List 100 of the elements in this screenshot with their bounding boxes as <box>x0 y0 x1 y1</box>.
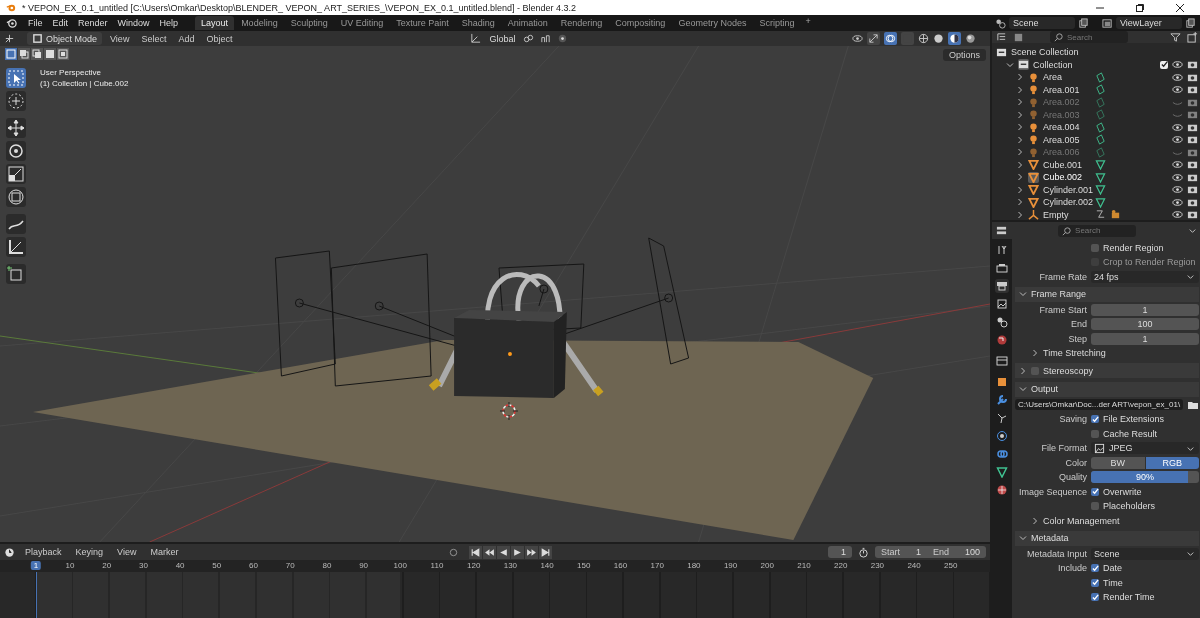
mesh-data-icon[interactable] <box>1095 171 1106 183</box>
editor-type-icon[interactable] <box>4 33 15 44</box>
toggle-option[interactable]: RGB <box>1145 456 1200 469</box>
wrench-icon[interactable] <box>995 393 1009 407</box>
mesh-data-icon[interactable] <box>1095 196 1106 208</box>
outliner-item[interactable]: Scene Collection <box>1011 47 1079 58</box>
collection-box-icon[interactable] <box>995 354 1009 368</box>
axes-icon[interactable] <box>470 33 482 44</box>
square-icon[interactable] <box>995 375 1009 389</box>
timeline-menu-item[interactable]: Playback <box>21 547 66 557</box>
start-frame-field[interactable]: 1 <box>905 546 927 558</box>
subpanel-header[interactable]: Color Management <box>1015 515 1120 526</box>
timeline-menu-item[interactable]: Marker <box>146 547 183 557</box>
play-reverse-icon[interactable] <box>497 545 511 559</box>
camera-icon[interactable] <box>1187 184 1199 196</box>
viewport-menu-item[interactable]: Select <box>137 33 171 44</box>
eye-icon[interactable] <box>1172 196 1184 208</box>
dropdown[interactable]: Scene <box>1091 547 1200 560</box>
record-icon[interactable] <box>448 546 460 558</box>
panel-header[interactable]: Metadata <box>1015 533 1069 543</box>
outliner-item[interactable]: Area.005 <box>1043 134 1091 145</box>
eye-icon[interactable] <box>1172 121 1184 133</box>
workspace-tab[interactable]: Scripting <box>753 16 801 30</box>
camera-rig-icon[interactable] <box>1110 209 1121 221</box>
workspace-tab[interactable]: Compositing <box>609 16 672 30</box>
view-layer-field[interactable]: ViewLayer <box>1116 17 1182 29</box>
outliner-item[interactable]: Collection <box>1033 59 1073 70</box>
camera-icon[interactable] <box>1187 159 1199 171</box>
eye-icon[interactable] <box>1172 159 1184 171</box>
tool-icon[interactable] <box>995 243 1009 257</box>
move-arrows-icon[interactable] <box>6 118 26 138</box>
globe-icon[interactable] <box>995 333 1009 347</box>
camera-icon[interactable] <box>1187 209 1199 221</box>
select-mode-icon[interactable] <box>57 48 69 60</box>
jump-end-icon[interactable] <box>539 545 553 559</box>
stopwatch-icon[interactable] <box>857 546 869 558</box>
workspace-tab[interactable]: Texture Paint <box>390 16 455 30</box>
workspace-tab[interactable]: Sculpting <box>284 16 334 30</box>
options-dropdown[interactable]: Options <box>942 49 986 61</box>
checkbox[interactable] <box>1091 502 1099 510</box>
overlay-circles-icon[interactable] <box>884 32 897 45</box>
camera-icon[interactable] <box>1187 134 1199 146</box>
light-data-icon[interactable] <box>1095 146 1106 158</box>
workspace-tab[interactable]: Shading <box>455 16 501 30</box>
printer-icon[interactable] <box>995 261 1009 275</box>
select-mode-icon[interactable] <box>31 48 43 60</box>
new-collection-icon[interactable] <box>1187 31 1199 43</box>
outliner-item[interactable]: Cylinder.002 <box>1043 197 1091 208</box>
add-workspace-button[interactable]: + <box>801 16 815 30</box>
ruler-icon[interactable] <box>6 237 26 257</box>
search-field[interactable]: Search <box>1058 224 1137 237</box>
dropdown[interactable]: 24 fps <box>1091 270 1200 283</box>
wireframe-sphere-icon[interactable] <box>918 33 929 44</box>
workspace-tab[interactable]: Layout <box>195 16 235 30</box>
next-keyframe-icon[interactable] <box>525 545 539 559</box>
eye-icon[interactable] <box>1172 209 1184 221</box>
link-icon[interactable] <box>523 33 535 44</box>
mode-dropdown[interactable]: Object Mode <box>27 32 103 45</box>
outliner-item[interactable]: Cube.001 <box>1043 159 1091 170</box>
search-field[interactable]: Search <box>1050 31 1128 43</box>
play-icon[interactable] <box>511 545 525 559</box>
viewport-menu-item[interactable]: Object <box>202 33 237 44</box>
physics-orbit-icon[interactable] <box>995 429 1009 443</box>
copy-icon[interactable] <box>1185 17 1196 29</box>
outliner-item[interactable]: Area <box>1043 72 1091 83</box>
toggle-option[interactable]: BW <box>1091 456 1145 469</box>
outliner-item[interactable]: Cube.002 <box>1043 172 1091 183</box>
viewport-menu-item[interactable]: View <box>106 33 134 44</box>
caret-icon[interactable] <box>1006 60 1014 69</box>
constraint-icon[interactable] <box>995 447 1009 461</box>
constraint-icon[interactable] <box>1095 209 1106 221</box>
clock-editor-icon[interactable] <box>4 546 15 558</box>
workspace-tab[interactable]: Geometry Nodes <box>672 16 753 30</box>
path-field[interactable]: C:\Users\Omkar\Doc...der ART\vepon_ex_01\ <box>1015 399 1184 410</box>
rendered-sphere-icon[interactable] <box>965 33 976 44</box>
workspace-tab[interactable]: Modeling <box>235 16 284 30</box>
checkbox[interactable] <box>1091 243 1099 252</box>
camera-icon[interactable] <box>1187 84 1199 96</box>
copy-icon[interactable] <box>1078 17 1089 29</box>
workspace-tab[interactable]: UV Editing <box>334 16 390 30</box>
camera-icon[interactable] <box>1187 59 1199 71</box>
mesh-data-icon[interactable] <box>995 465 1009 479</box>
filter-icon[interactable] <box>1170 31 1182 43</box>
image-icon[interactable] <box>995 297 1009 311</box>
select-mode-icon[interactable] <box>18 48 30 60</box>
light-data-icon[interactable] <box>1095 96 1106 108</box>
light-data-icon[interactable] <box>1095 84 1106 96</box>
number-field[interactable]: 100 <box>1091 318 1200 330</box>
menu-item[interactable]: Window <box>112 18 155 28</box>
proportional-dot-icon[interactable] <box>557 33 569 44</box>
select-mode-icon[interactable] <box>44 48 56 60</box>
eye-icon[interactable] <box>1172 171 1184 183</box>
checkbox[interactable] <box>1091 429 1099 438</box>
pen-icon[interactable] <box>6 214 26 234</box>
mesh-data-icon[interactable] <box>1095 159 1106 171</box>
3d-cursor-icon[interactable] <box>499 401 519 421</box>
material-sphere-icon[interactable] <box>948 32 961 45</box>
current-frame-field[interactable]: 1 <box>828 546 852 558</box>
eye-icon[interactable] <box>852 33 863 44</box>
outliner-item[interactable]: Area.001 <box>1043 84 1091 95</box>
